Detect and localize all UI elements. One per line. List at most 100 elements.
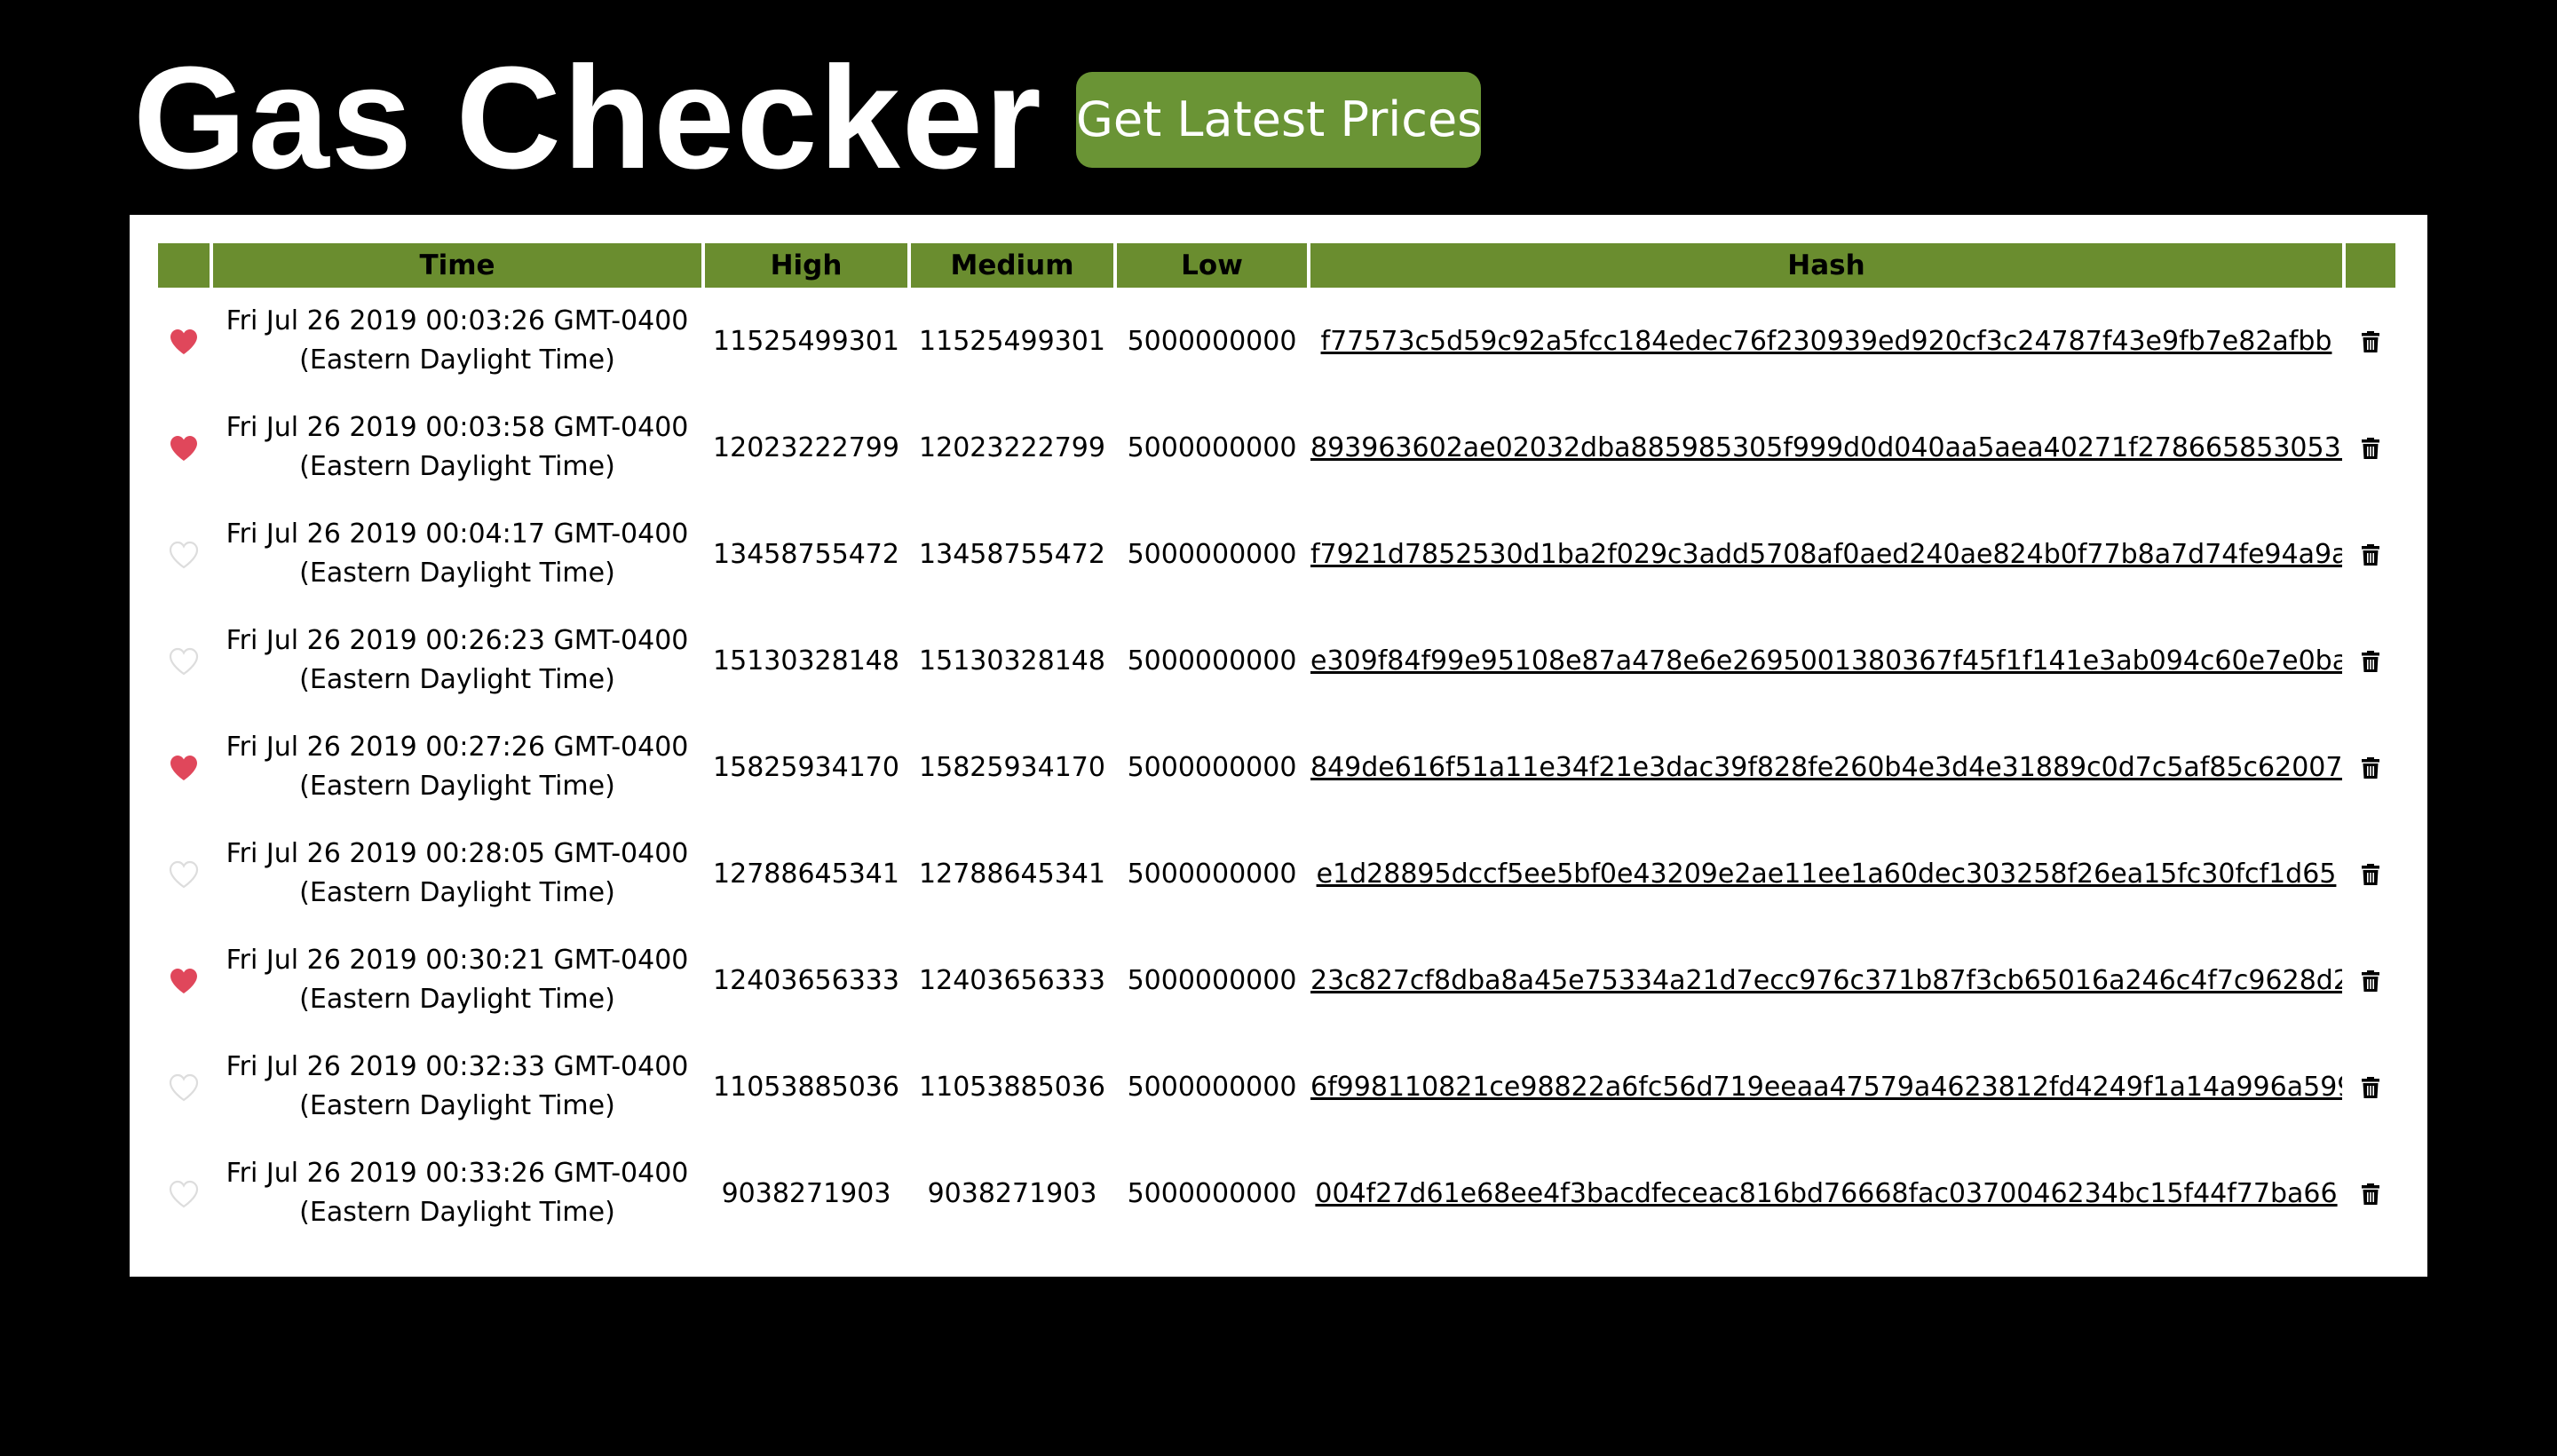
time-date-text: Fri Jul 26 2019 00:27:26 GMT-0400	[226, 732, 689, 763]
hash-cell: e1d28895dccf5ee5bf0e43209e2ae11ee1a60dec…	[1310, 820, 2342, 927]
time-cell: Fri Jul 26 2019 00:26:23 GMT-0400 (Easter…	[213, 607, 701, 714]
time-cell: Fri Jul 26 2019 00:03:26 GMT-0400 (Easter…	[213, 288, 701, 394]
table-row: Fri Jul 26 2019 00:03:26 GMT-0400 (Easter…	[158, 288, 2395, 394]
hash-cell: 893963602ae02032dba885985305f999d0d040aa…	[1310, 394, 2342, 501]
gas-price-table: Time High Medium Low Hash Fri Jul 26 201…	[154, 243, 2399, 1246]
time-date-text: Fri Jul 26 2019 00:26:23 GMT-0400	[226, 625, 689, 656]
hash-link[interactable]: f7921d7852530d1ba2f029c3add5708af0aed240…	[1310, 539, 2342, 570]
table-row: Fri Jul 26 2019 00:04:17 GMT-0400 (Easter…	[158, 501, 2395, 607]
low-price-cell: 5000000000	[1127, 431, 1297, 463]
time-zone-text: (Eastern Daylight Time)	[299, 664, 615, 695]
low-price-cell: 5000000000	[1127, 1177, 1297, 1209]
heart-icon[interactable]	[169, 967, 199, 995]
hash-cell: f7921d7852530d1ba2f029c3add5708af0aed240…	[1310, 501, 2342, 607]
delete-cell	[2346, 607, 2395, 714]
favorite-cell	[158, 1033, 210, 1140]
delete-cell	[2346, 927, 2395, 1033]
low-price-cell: 5000000000	[1127, 751, 1297, 783]
time-zone-text: (Eastern Daylight Time)	[299, 1197, 615, 1228]
table-header-row: Time High Medium Low Hash	[158, 243, 2395, 288]
hash-cell: 004f27d61e68ee4f3bacdfeceac816bd76668fac…	[1310, 1140, 2342, 1246]
heart-icon[interactable]	[169, 860, 199, 889]
low-price-cell: 5000000000	[1127, 538, 1297, 570]
favorite-cell	[158, 927, 210, 1033]
column-header-delete	[2346, 243, 2395, 288]
medium-price-cell: 11053885036	[919, 1071, 1105, 1103]
column-header-favorite	[158, 243, 210, 288]
column-header-low: Low	[1117, 243, 1307, 288]
table-row: Fri Jul 26 2019 00:33:26 GMT-0400 (Easter…	[158, 1140, 2395, 1246]
delete-cell	[2346, 820, 2395, 927]
time-date-text: Fri Jul 26 2019 00:28:05 GMT-0400	[226, 838, 689, 869]
time-date-text: Fri Jul 26 2019 00:04:17 GMT-0400	[226, 518, 689, 550]
hash-cell: f77573c5d59c92a5fcc184edec76f230939ed920…	[1310, 288, 2342, 394]
high-price-cell: 11053885036	[713, 1071, 899, 1103]
medium-price-cell: 12023222799	[919, 431, 1105, 463]
trash-icon[interactable]	[2361, 1183, 2380, 1206]
high-price-cell: 12403656333	[713, 964, 899, 996]
favorite-cell	[158, 607, 210, 714]
time-zone-text: (Eastern Daylight Time)	[299, 558, 615, 589]
medium-price-cell: 9038271903	[927, 1177, 1097, 1209]
hash-link[interactable]: e309f84f99e95108e87a478e6e2695001380367f…	[1310, 645, 2342, 677]
time-zone-text: (Eastern Daylight Time)	[299, 771, 615, 802]
medium-price-cell: 15825934170	[919, 751, 1105, 783]
table-row: Fri Jul 26 2019 00:32:33 GMT-0400 (Easter…	[158, 1033, 2395, 1140]
get-latest-prices-button[interactable]: Get Latest Prices	[1076, 72, 1482, 168]
high-price-cell: 11525499301	[713, 325, 899, 357]
time-date-text: Fri Jul 26 2019 00:32:33 GMT-0400	[226, 1051, 689, 1082]
table-body: Fri Jul 26 2019 00:03:26 GMT-0400 (Easter…	[158, 288, 2395, 1246]
delete-cell	[2346, 1140, 2395, 1246]
time-cell: Fri Jul 26 2019 00:03:58 GMT-0400 (Easter…	[213, 394, 701, 501]
time-date-text: Fri Jul 26 2019 00:33:26 GMT-0400	[226, 1158, 689, 1189]
hash-link[interactable]: 849de616f51a11e34f21e3dac39f828fe260b4e3…	[1310, 752, 2342, 783]
heart-icon[interactable]	[169, 754, 199, 782]
high-price-cell: 12788645341	[713, 858, 899, 890]
heart-icon[interactable]	[169, 328, 199, 356]
time-cell: Fri Jul 26 2019 00:28:05 GMT-0400 (Easter…	[213, 820, 701, 927]
hash-cell: 849de616f51a11e34f21e3dac39f828fe260b4e3…	[1310, 714, 2342, 820]
delete-cell	[2346, 394, 2395, 501]
delete-cell	[2346, 714, 2395, 820]
low-price-cell: 5000000000	[1127, 964, 1297, 996]
high-price-cell: 12023222799	[713, 431, 899, 463]
low-price-cell: 5000000000	[1127, 645, 1297, 677]
trash-icon[interactable]	[2361, 650, 2380, 673]
hash-link[interactable]: 893963602ae02032dba885985305f999d0d040aa…	[1310, 432, 2342, 463]
heart-icon[interactable]	[169, 1073, 199, 1102]
hash-link[interactable]: 6f998110821ce98822a6fc56d719eeaa47579a46…	[1310, 1072, 2342, 1103]
trash-icon[interactable]	[2361, 863, 2380, 886]
hash-link[interactable]: e1d28895dccf5ee5bf0e43209e2ae11ee1a60dec…	[1317, 859, 2337, 890]
favorite-cell	[158, 394, 210, 501]
heart-icon[interactable]	[169, 647, 199, 676]
trash-icon[interactable]	[2361, 437, 2380, 460]
trash-icon[interactable]	[2361, 756, 2380, 779]
medium-price-cell: 15130328148	[919, 645, 1105, 677]
high-price-cell: 9038271903	[721, 1177, 891, 1209]
low-price-cell: 5000000000	[1127, 1071, 1297, 1103]
column-header-time: Time	[213, 243, 701, 288]
hash-link[interactable]: 23c827cf8dba8a45e75334a21d7ecc976c371b87…	[1310, 965, 2342, 996]
table-row: Fri Jul 26 2019 00:28:05 GMT-0400 (Easter…	[158, 820, 2395, 927]
time-date-text: Fri Jul 26 2019 00:03:26 GMT-0400	[226, 305, 689, 336]
favorite-cell	[158, 1140, 210, 1246]
column-header-medium: Medium	[911, 243, 1113, 288]
hash-cell: 23c827cf8dba8a45e75334a21d7ecc976c371b87…	[1310, 927, 2342, 1033]
time-zone-text: (Eastern Daylight Time)	[299, 1090, 615, 1121]
heart-icon[interactable]	[169, 434, 199, 463]
high-price-cell: 15130328148	[713, 645, 899, 677]
trash-icon[interactable]	[2361, 543, 2380, 566]
results-panel: Time High Medium Low Hash Fri Jul 26 201…	[130, 215, 2427, 1277]
heart-icon[interactable]	[169, 541, 199, 569]
hash-link[interactable]: f77573c5d59c92a5fcc184edec76f230939ed920…	[1321, 326, 2332, 357]
medium-price-cell: 11525499301	[919, 325, 1105, 357]
time-date-text: Fri Jul 26 2019 00:30:21 GMT-0400	[226, 945, 689, 976]
trash-icon[interactable]	[2361, 969, 2380, 993]
trash-icon[interactable]	[2361, 330, 2380, 353]
hash-link[interactable]: 004f27d61e68ee4f3bacdfeceac816bd76668fac…	[1315, 1178, 2337, 1209]
trash-icon[interactable]	[2361, 1076, 2380, 1099]
column-header-hash: Hash	[1310, 243, 2342, 288]
heart-icon[interactable]	[169, 1180, 199, 1208]
table-row: Fri Jul 26 2019 00:27:26 GMT-0400 (Easter…	[158, 714, 2395, 820]
medium-price-cell: 12403656333	[919, 964, 1105, 996]
